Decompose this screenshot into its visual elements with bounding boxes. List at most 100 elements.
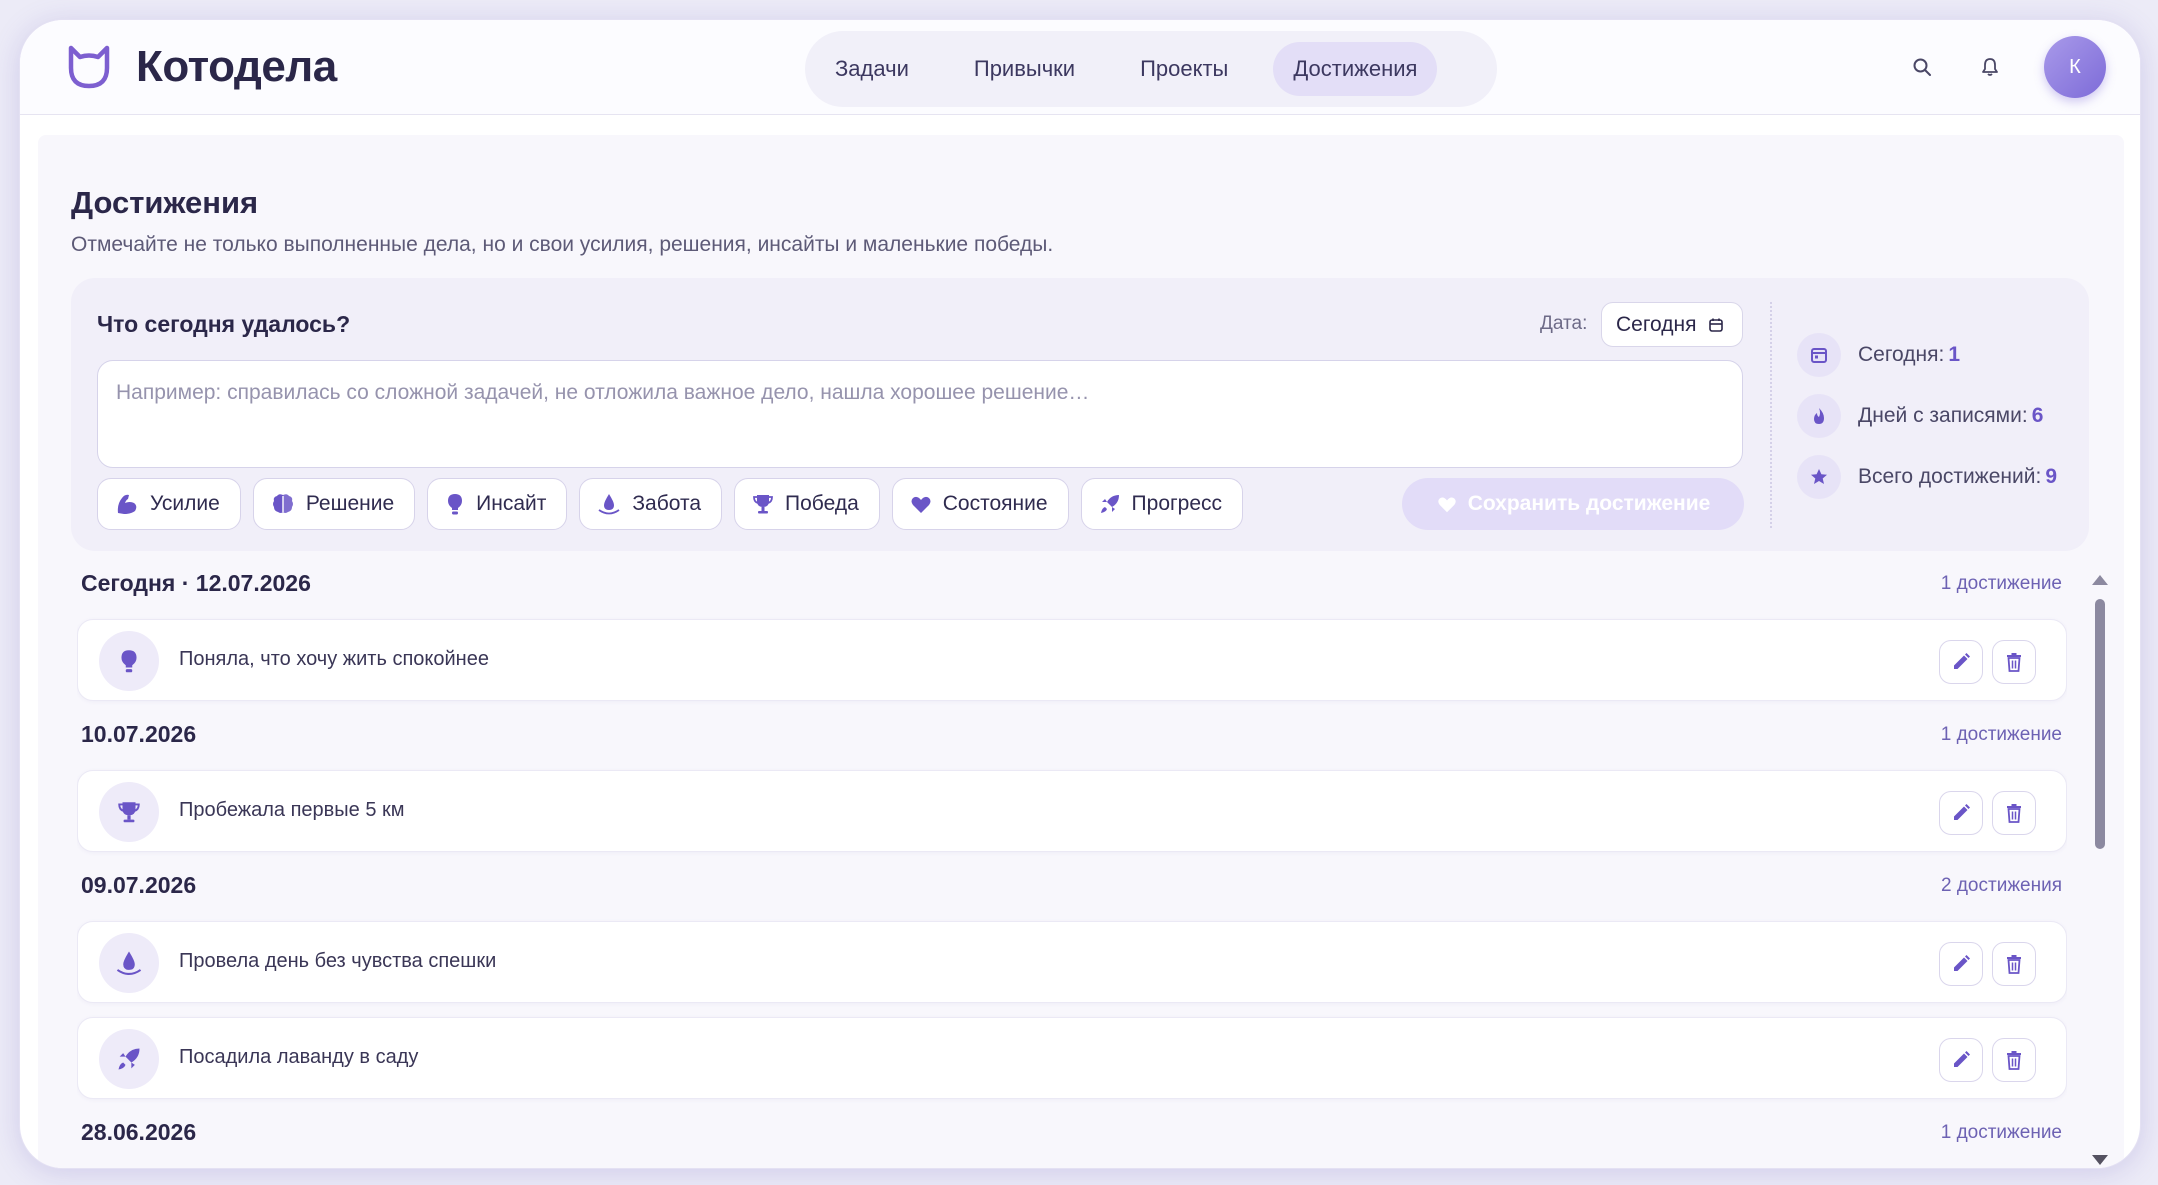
scroll-down-arrow[interactable] <box>2092 1155 2108 1165</box>
calendar-icon <box>1797 333 1841 377</box>
stats-summary: Сегодня: 1 Дней с записями: 6 Всего дост… <box>1797 332 2057 515</box>
search-button[interactable] <box>1902 47 1942 87</box>
achievement-item: Провела день без чувства спешки <box>77 921 2067 1003</box>
achievement-item: Поняла, что хочу жить спокойнее <box>77 619 2067 701</box>
pencil-icon <box>1954 653 1970 669</box>
trash-icon <box>2007 804 2021 823</box>
list-scrollbar[interactable] <box>2091 575 2109 1165</box>
delete-button[interactable] <box>1992 942 2036 986</box>
calendar-icon <box>1709 318 1724 332</box>
save-achievement-button[interactable]: Сохранить достижение <box>1402 478 1744 530</box>
delete-button[interactable] <box>1992 791 2036 835</box>
chip-progress[interactable]: Прогресс <box>1080 478 1244 530</box>
scroll-thumb[interactable] <box>2095 599 2105 849</box>
rocket-icon <box>99 1029 159 1089</box>
chip-effort[interactable]: Усилие <box>97 478 241 530</box>
stat-label: Сегодня: <box>1858 343 1945 366</box>
edit-button[interactable] <box>1939 942 1983 986</box>
user-avatar[interactable]: К <box>2044 36 2106 98</box>
trophy-icon <box>99 782 159 842</box>
lightbulb-icon <box>99 631 159 691</box>
page-subtitle: Отмечайте не только выполненные дела, но… <box>71 233 1054 256</box>
stat-label: Дней с записями: <box>1858 404 2028 427</box>
chip-label: Инсайт <box>476 492 547 515</box>
bell-icon <box>1982 58 1998 76</box>
group-count: 1 достижение <box>1940 573 2062 594</box>
chip-label: Усилие <box>150 492 220 515</box>
date-picker-button[interactable]: Сегодня <box>1601 302 1743 347</box>
flame-icon <box>1797 394 1841 438</box>
date-value: Сегодня <box>1616 312 1697 336</box>
trash-icon <box>2007 1051 2021 1070</box>
group-count: 1 достижение <box>1940 724 2062 745</box>
chip-care[interactable]: Забота <box>579 478 723 530</box>
stat-label: Всего достижений: <box>1858 465 2042 488</box>
header-actions: К <box>1874 36 2106 98</box>
water-drop-icon <box>598 494 620 515</box>
edit-button[interactable] <box>1939 791 1983 835</box>
nav-tab-achievements[interactable]: Достижения <box>1273 42 1438 96</box>
achievement-text: Поняла, что хочу жить спокойнее <box>179 648 489 670</box>
group-date: 10.07.2026 <box>81 721 197 747</box>
achievements-list: Сегодня · 12.07.2026 1 достижение Поняла… <box>77 570 2067 1168</box>
app-name: Котодела <box>136 42 337 91</box>
heart-icon <box>1437 497 1456 513</box>
pencil-icon <box>1954 955 1970 971</box>
group-date: 28.06.2026 <box>81 1119 197 1145</box>
date-label: Дата: <box>1540 313 1588 334</box>
chip-label: Забота <box>632 492 702 515</box>
group-count: 1 достижение <box>1940 1122 2062 1143</box>
stat-value: 6 <box>2031 404 2044 427</box>
cat-logo-icon <box>68 45 110 89</box>
group-date: 09.07.2026 <box>81 872 197 898</box>
chip-insight[interactable]: Инсайт <box>427 478 568 530</box>
main-nav: Задачи Привычки Проекты Достижения <box>805 31 1497 107</box>
search-icon <box>1913 58 1931 76</box>
delete-button[interactable] <box>1992 640 2036 684</box>
chip-label: Победа <box>785 492 859 515</box>
page-title: Достижения <box>71 185 259 220</box>
chip-victory[interactable]: Победа <box>734 478 880 530</box>
scroll-up-arrow[interactable] <box>2092 575 2108 585</box>
achievement-input[interactable] <box>97 360 1743 468</box>
star-icon <box>1797 455 1841 499</box>
achievement-text: Посадила лаванду в саду <box>179 1046 419 1068</box>
edit-button[interactable] <box>1939 640 1983 684</box>
delete-button[interactable] <box>1992 1038 2036 1082</box>
stat-value: 1 <box>1948 343 1961 366</box>
top-bar: Котодела Задачи Привычки Проекты Достиже… <box>20 20 2140 115</box>
rocket-icon <box>1100 495 1119 513</box>
chip-label: Прогресс <box>1131 492 1223 515</box>
notifications-button[interactable] <box>1970 47 2010 87</box>
lightbulb-icon <box>448 494 463 515</box>
pencil-icon <box>1954 804 1970 820</box>
main-content: Достижения Отмечайте не только выполненн… <box>38 135 2124 1168</box>
stat-value: 9 <box>2045 465 2057 488</box>
heart-icon <box>911 496 931 513</box>
stat-today: Сегодня: 1 <box>1797 332 2057 378</box>
trash-icon <box>2007 653 2021 672</box>
date-group-header: 09.07.2026 2 достижения <box>77 872 2067 908</box>
composer-question: Что сегодня удалось? <box>97 311 351 337</box>
chip-decision[interactable]: Решение <box>252 478 416 530</box>
chip-state[interactable]: Состояние <box>891 478 1069 530</box>
achievement-text: Пробежала первые 5 км <box>179 799 405 821</box>
achievement-item: Пробежала первые 5 км <box>77 770 2067 852</box>
nav-tab-habits[interactable]: Привычки <box>954 42 1095 96</box>
date-group-header: 28.06.2026 1 достижение <box>77 1119 2067 1155</box>
chip-label: Решение <box>305 492 395 515</box>
logo[interactable]: Котодела <box>64 42 337 92</box>
edit-button[interactable] <box>1939 1038 1983 1082</box>
stat-days: Дней с записями: 6 <box>1797 393 2057 439</box>
pencil-icon <box>1954 1051 1970 1067</box>
save-button-label: Сохранить достижение <box>1467 492 1711 515</box>
nav-tab-tasks[interactable]: Задачи <box>815 42 929 96</box>
nav-tab-projects[interactable]: Проекты <box>1120 42 1248 96</box>
group-count: 2 достижения <box>1941 875 2062 896</box>
date-group-header: 10.07.2026 1 достижение <box>77 721 2067 757</box>
category-chips: Усилие Решение Инсайт Забота Победа Сост… <box>97 478 1255 530</box>
trophy-icon <box>753 495 773 514</box>
trash-icon <box>2007 955 2021 974</box>
new-achievement-panel: Что сегодня удалось? Дата: Сегодня Усили… <box>71 278 2089 551</box>
flexed-arm-icon <box>117 494 137 514</box>
